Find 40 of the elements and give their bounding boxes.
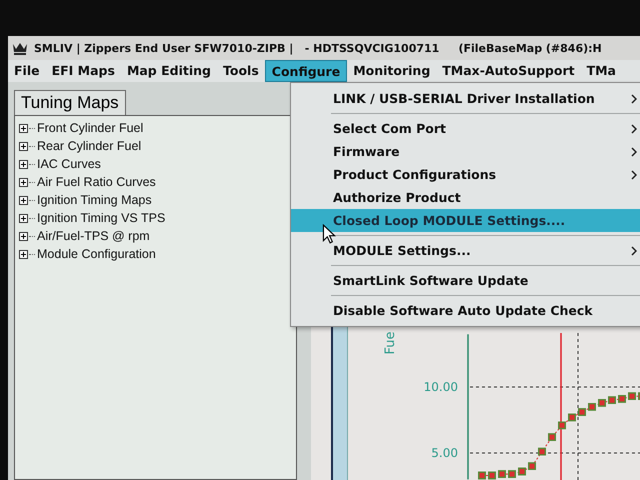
tree-item[interactable]: Ignition Timing Maps [37,193,152,207]
menu-item[interactable]: Monitoring [347,60,436,82]
menu-item[interactable]: EFI Maps [46,60,121,82]
menu-item[interactable]: TMa [580,60,622,82]
menu-option[interactable]: Select Com Port [291,117,640,140]
expand-icon[interactable] [19,178,28,186]
menu-option[interactable]: Firmware [291,140,640,163]
menu-item[interactable]: Map Editing [120,60,217,82]
menu-item[interactable]: Configure [264,60,348,82]
menu-option[interactable]: MODULE Settings... [291,239,640,262]
mouse-pointer-icon [322,224,336,244]
menu-item[interactable]: File [8,60,46,82]
tree-item[interactable]: Module Configuration [37,247,156,261]
tick-label: 10.00 [424,380,458,394]
menu-option[interactable]: LINK / USB-SERIAL Driver Installation [291,87,640,110]
expand-icon[interactable] [19,160,28,168]
menu-item[interactable]: TMax-AutoSupport [436,60,581,82]
expand-icon[interactable] [19,196,28,204]
tree-item[interactable]: Ignition Timing VS TPS [37,211,166,225]
menu-option[interactable]: Product Configurations [291,163,640,186]
expand-icon[interactable] [19,124,28,132]
menu-item[interactable]: Tools [217,60,265,82]
tree-item[interactable]: Air Fuel Ratio Curves [37,175,156,189]
menu-option[interactable]: Closed Loop MODULE Settings.... [291,209,640,232]
tab[interactable]: Tuning Maps [14,90,126,115]
window-title: SMLIV | Zippers End User SFW7010-ZIPB | - HDTSSQVCIG100711 (FileBaseMap (#846):H [34,42,602,54]
menu-option[interactable]: Authorize Product [291,186,640,209]
expand-icon[interactable] [19,214,28,222]
tree-item[interactable]: Air/Fuel-TPS @ rpm [37,229,150,243]
expand-icon[interactable] [19,250,28,258]
tree-item[interactable]: Rear Cylinder Fuel [37,139,142,153]
expand-icon[interactable] [19,142,28,150]
expand-icon[interactable] [19,232,28,240]
axis-title: Fue [383,332,398,354]
menu-option[interactable]: Disable Software Auto Update Check [291,299,640,322]
tick-label: 5.00 [431,446,458,460]
tree-item[interactable]: IAC Curves [37,157,101,171]
menu-option[interactable]: SmartLink Software Update [291,269,640,292]
crown-icon [12,41,28,55]
tree-item[interactable]: Front Cylinder Fuel [37,121,144,135]
